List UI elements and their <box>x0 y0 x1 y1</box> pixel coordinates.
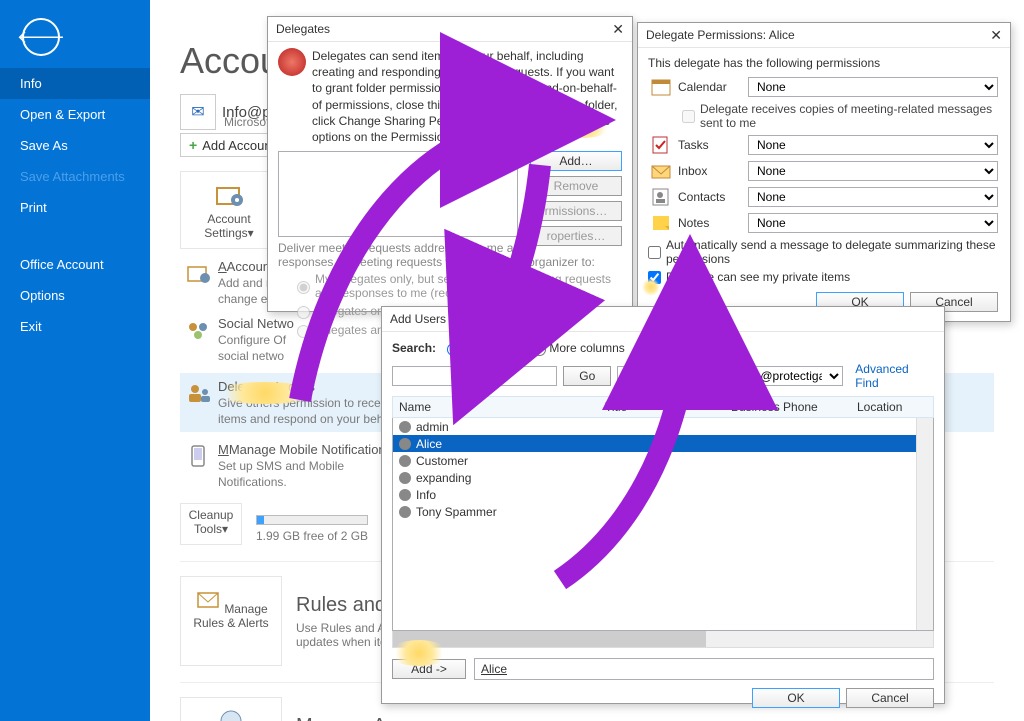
go-button[interactable]: Go <box>563 366 611 386</box>
add-users-title: Add Users <box>390 312 936 326</box>
vertical-scrollbar[interactable] <box>916 418 933 630</box>
close-icon[interactable]: ✕ <box>612 21 624 38</box>
ok-button[interactable]: OK <box>752 688 840 708</box>
account-settings-icon <box>214 182 244 208</box>
delegate-icon <box>186 381 212 405</box>
search-label: Search: <box>392 341 436 355</box>
highlight-annotation <box>210 382 320 404</box>
add-delegate-button[interactable]: Add… <box>530 151 622 171</box>
person-icon <box>399 489 411 501</box>
receives-copies-checkbox <box>682 110 695 123</box>
perm-label-notes: Notes <box>678 216 748 230</box>
cleanup-tools-tile[interactable]: Cleanup Tools▾ <box>180 503 242 545</box>
perm-label-inbox: Inbox <box>678 164 748 178</box>
properties-button: roperties… <box>530 226 622 246</box>
person-icon <box>399 472 411 484</box>
search-more-columns-radio[interactable]: More columns <box>528 340 624 356</box>
perm-label-calendar: Calendar <box>678 80 748 94</box>
sidebar-item-options[interactable]: Options <box>0 280 150 311</box>
person-icon <box>399 438 411 450</box>
highlight-annotation <box>388 640 450 666</box>
delegate-permissions-dialog: Delegate Permissions: Alice✕ This delega… <box>637 22 1011 322</box>
deliver-radio-2 <box>297 306 310 319</box>
delegates-listbox[interactable] <box>278 151 518 237</box>
perm-combo-notes[interactable]: None <box>748 213 998 233</box>
manage-apps-tile[interactable] <box>180 697 282 721</box>
horizontal-scrollbar[interactable] <box>392 631 934 648</box>
delegate-avatar-icon <box>278 48 306 76</box>
auto-send-checkbox[interactable] <box>648 246 661 259</box>
inbox-icon <box>648 160 674 182</box>
search-name-only-radio[interactable]: Name only <box>442 340 520 356</box>
search-input[interactable] <box>392 366 557 386</box>
cancel-button[interactable]: Cancel <box>846 688 934 708</box>
add-users-dialog: Add Users Search: Name only More columns… <box>381 306 945 704</box>
permissions-button: rmissions… <box>530 201 622 221</box>
sidebar-item-exit[interactable]: Exit <box>0 311 150 342</box>
close-icon[interactable]: ✕ <box>990 27 1002 44</box>
permissions-subtitle: This delegate has the following permissi… <box>648 56 998 70</box>
mobile-notifications-title: MManage Mobile Notifications <box>218 442 392 457</box>
person-icon <box>399 421 411 433</box>
storage-text: 1.99 GB free of 2 GB <box>256 529 368 543</box>
perm-combo-tasks[interactable]: None <box>748 135 998 155</box>
perm-combo-calendar[interactable]: None <box>748 77 998 97</box>
address-book-combo[interactable]: Global Address List - Info@protectigate.… <box>617 366 843 386</box>
deliver-radio-1 <box>297 281 310 294</box>
rules-icon <box>194 587 224 613</box>
tasks-icon <box>648 134 674 156</box>
user-row[interactable]: Info <box>393 486 933 503</box>
delegates-dialog: Delegates✕ Delegates can send items on y… <box>267 16 633 312</box>
calendar-icon <box>648 76 674 98</box>
sidebar-item-office-account[interactable]: Office Account <box>0 249 150 280</box>
social-icon <box>186 318 212 342</box>
account-icon <box>186 261 212 285</box>
grid-header: Name Title Business Phone Location <box>392 396 934 418</box>
apps-icon <box>216 708 246 721</box>
exchange-logo-icon: ✉ <box>180 94 216 130</box>
address-book-label: Address Book <box>653 341 734 355</box>
plus-icon: + <box>189 137 197 153</box>
sidebar-item-save-as[interactable]: Save As <box>0 130 150 161</box>
sidebar-item-print[interactable]: Print <box>0 192 150 223</box>
perm-combo-inbox[interactable]: None <box>748 161 998 181</box>
user-row[interactable]: expanding <box>393 469 933 486</box>
perm-combo-contacts[interactable]: None <box>748 187 998 207</box>
user-row[interactable]: admin <box>393 418 933 435</box>
mobile-icon <box>186 444 212 468</box>
highlight-annotation <box>554 110 614 138</box>
notes-icon <box>648 212 674 234</box>
deliver-radio-3 <box>297 325 310 338</box>
user-row[interactable]: Alice <box>393 435 933 452</box>
sidebar-item-save-attachments: Save Attachments <box>0 161 150 192</box>
contacts-icon <box>648 186 674 208</box>
permissions-title: Delegate Permissions: Alice <box>646 28 990 42</box>
add-field[interactable]: Alice <box>474 658 934 680</box>
highlight-annotation <box>642 278 660 296</box>
perm-label-contacts: Contacts <box>678 190 748 204</box>
sidebar-item-open-export[interactable]: Open & Export <box>0 99 150 130</box>
person-icon <box>399 506 411 518</box>
backstage-sidebar: 🡐 Info Open & Export Save As Save Attach… <box>0 0 150 721</box>
account-settings-tile[interactable]: Account Settings▾ <box>180 171 278 249</box>
perm-label-tasks: Tasks <box>678 138 748 152</box>
manage-rules-tile[interactable]: Manage Rules & Alerts <box>180 576 282 666</box>
person-icon <box>399 455 411 467</box>
advanced-find-link[interactable]: Advanced Find <box>855 362 934 390</box>
sidebar-item-info[interactable]: Info <box>0 68 150 99</box>
remove-delegate-button: Remove <box>530 176 622 196</box>
user-row[interactable]: Tony Spammer <box>393 503 933 520</box>
users-grid[interactable]: adminAliceCustomerexpandingInfoTony Spam… <box>392 418 934 631</box>
delegates-title: Delegates <box>276 22 612 36</box>
user-row[interactable]: Customer <box>393 452 933 469</box>
back-button[interactable]: 🡐 <box>22 18 60 56</box>
